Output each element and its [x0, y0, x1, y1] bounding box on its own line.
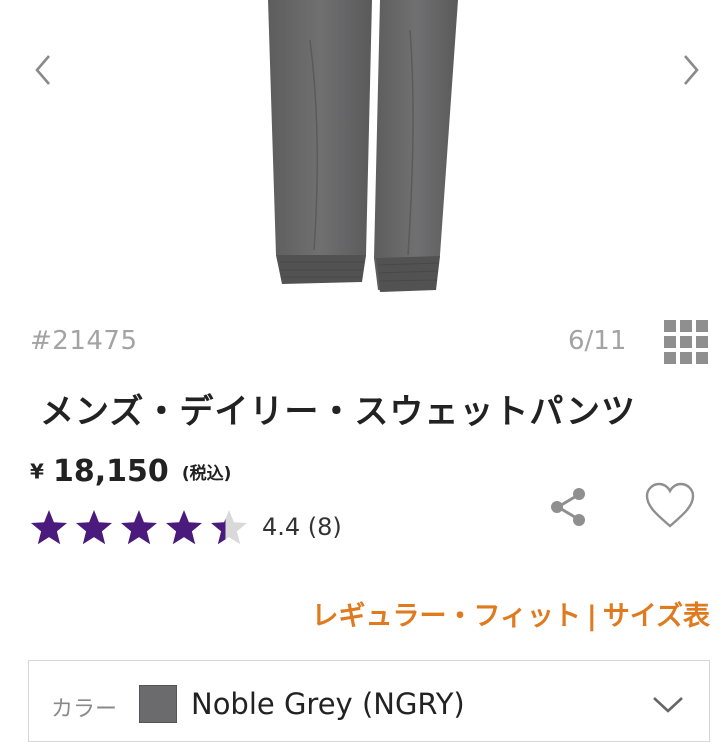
color-swatch — [139, 685, 177, 723]
product-meta-row: #21475 6/11 — [30, 320, 710, 364]
price-row: ¥ 18,150 (税込) — [30, 454, 231, 494]
chevron-down-icon — [653, 697, 683, 713]
color-value: Noble Grey (NGRY) — [191, 687, 465, 721]
color-selector[interactable]: カラー Noble Grey (NGRY) — [28, 660, 710, 742]
rating-row[interactable]: 4.4 (8) — [30, 505, 342, 549]
star-icon — [76, 509, 112, 544]
gallery-next-button[interactable] — [676, 52, 706, 88]
star-icon — [166, 509, 202, 544]
star-icon — [121, 509, 157, 544]
chevron-right-icon — [684, 55, 699, 85]
star-icon — [31, 509, 67, 544]
fit-separator: | — [586, 601, 597, 632]
rating-text: 4.4 (8) — [262, 513, 342, 541]
gallery-prev-button[interactable] — [28, 52, 58, 88]
size-chart-link[interactable]: サイズ表 — [603, 601, 710, 632]
fit-row: レギュラー・フィット | サイズ表 — [278, 594, 710, 633]
chevron-left-icon — [35, 55, 50, 85]
fit-link[interactable]: レギュラー・フィット — [311, 601, 580, 632]
product-sku: #21475 — [30, 326, 138, 356]
heart-icon[interactable] — [644, 482, 696, 530]
grid-icon[interactable] — [662, 318, 710, 366]
tax-note: (税込) — [181, 464, 232, 484]
product-title: メンズ・デイリー・スウェットパンツ — [40, 392, 637, 432]
currency-symbol: ¥ — [30, 459, 44, 484]
product-gallery — [0, 0, 721, 300]
rating-stars — [30, 509, 248, 546]
product-image[interactable] — [250, 0, 470, 300]
star-icon — [211, 509, 247, 544]
image-counter: 6/11 — [568, 326, 627, 356]
product-price: 18,150 — [53, 454, 169, 489]
color-label: カラー — [51, 697, 118, 722]
share-icon[interactable] — [548, 486, 588, 528]
